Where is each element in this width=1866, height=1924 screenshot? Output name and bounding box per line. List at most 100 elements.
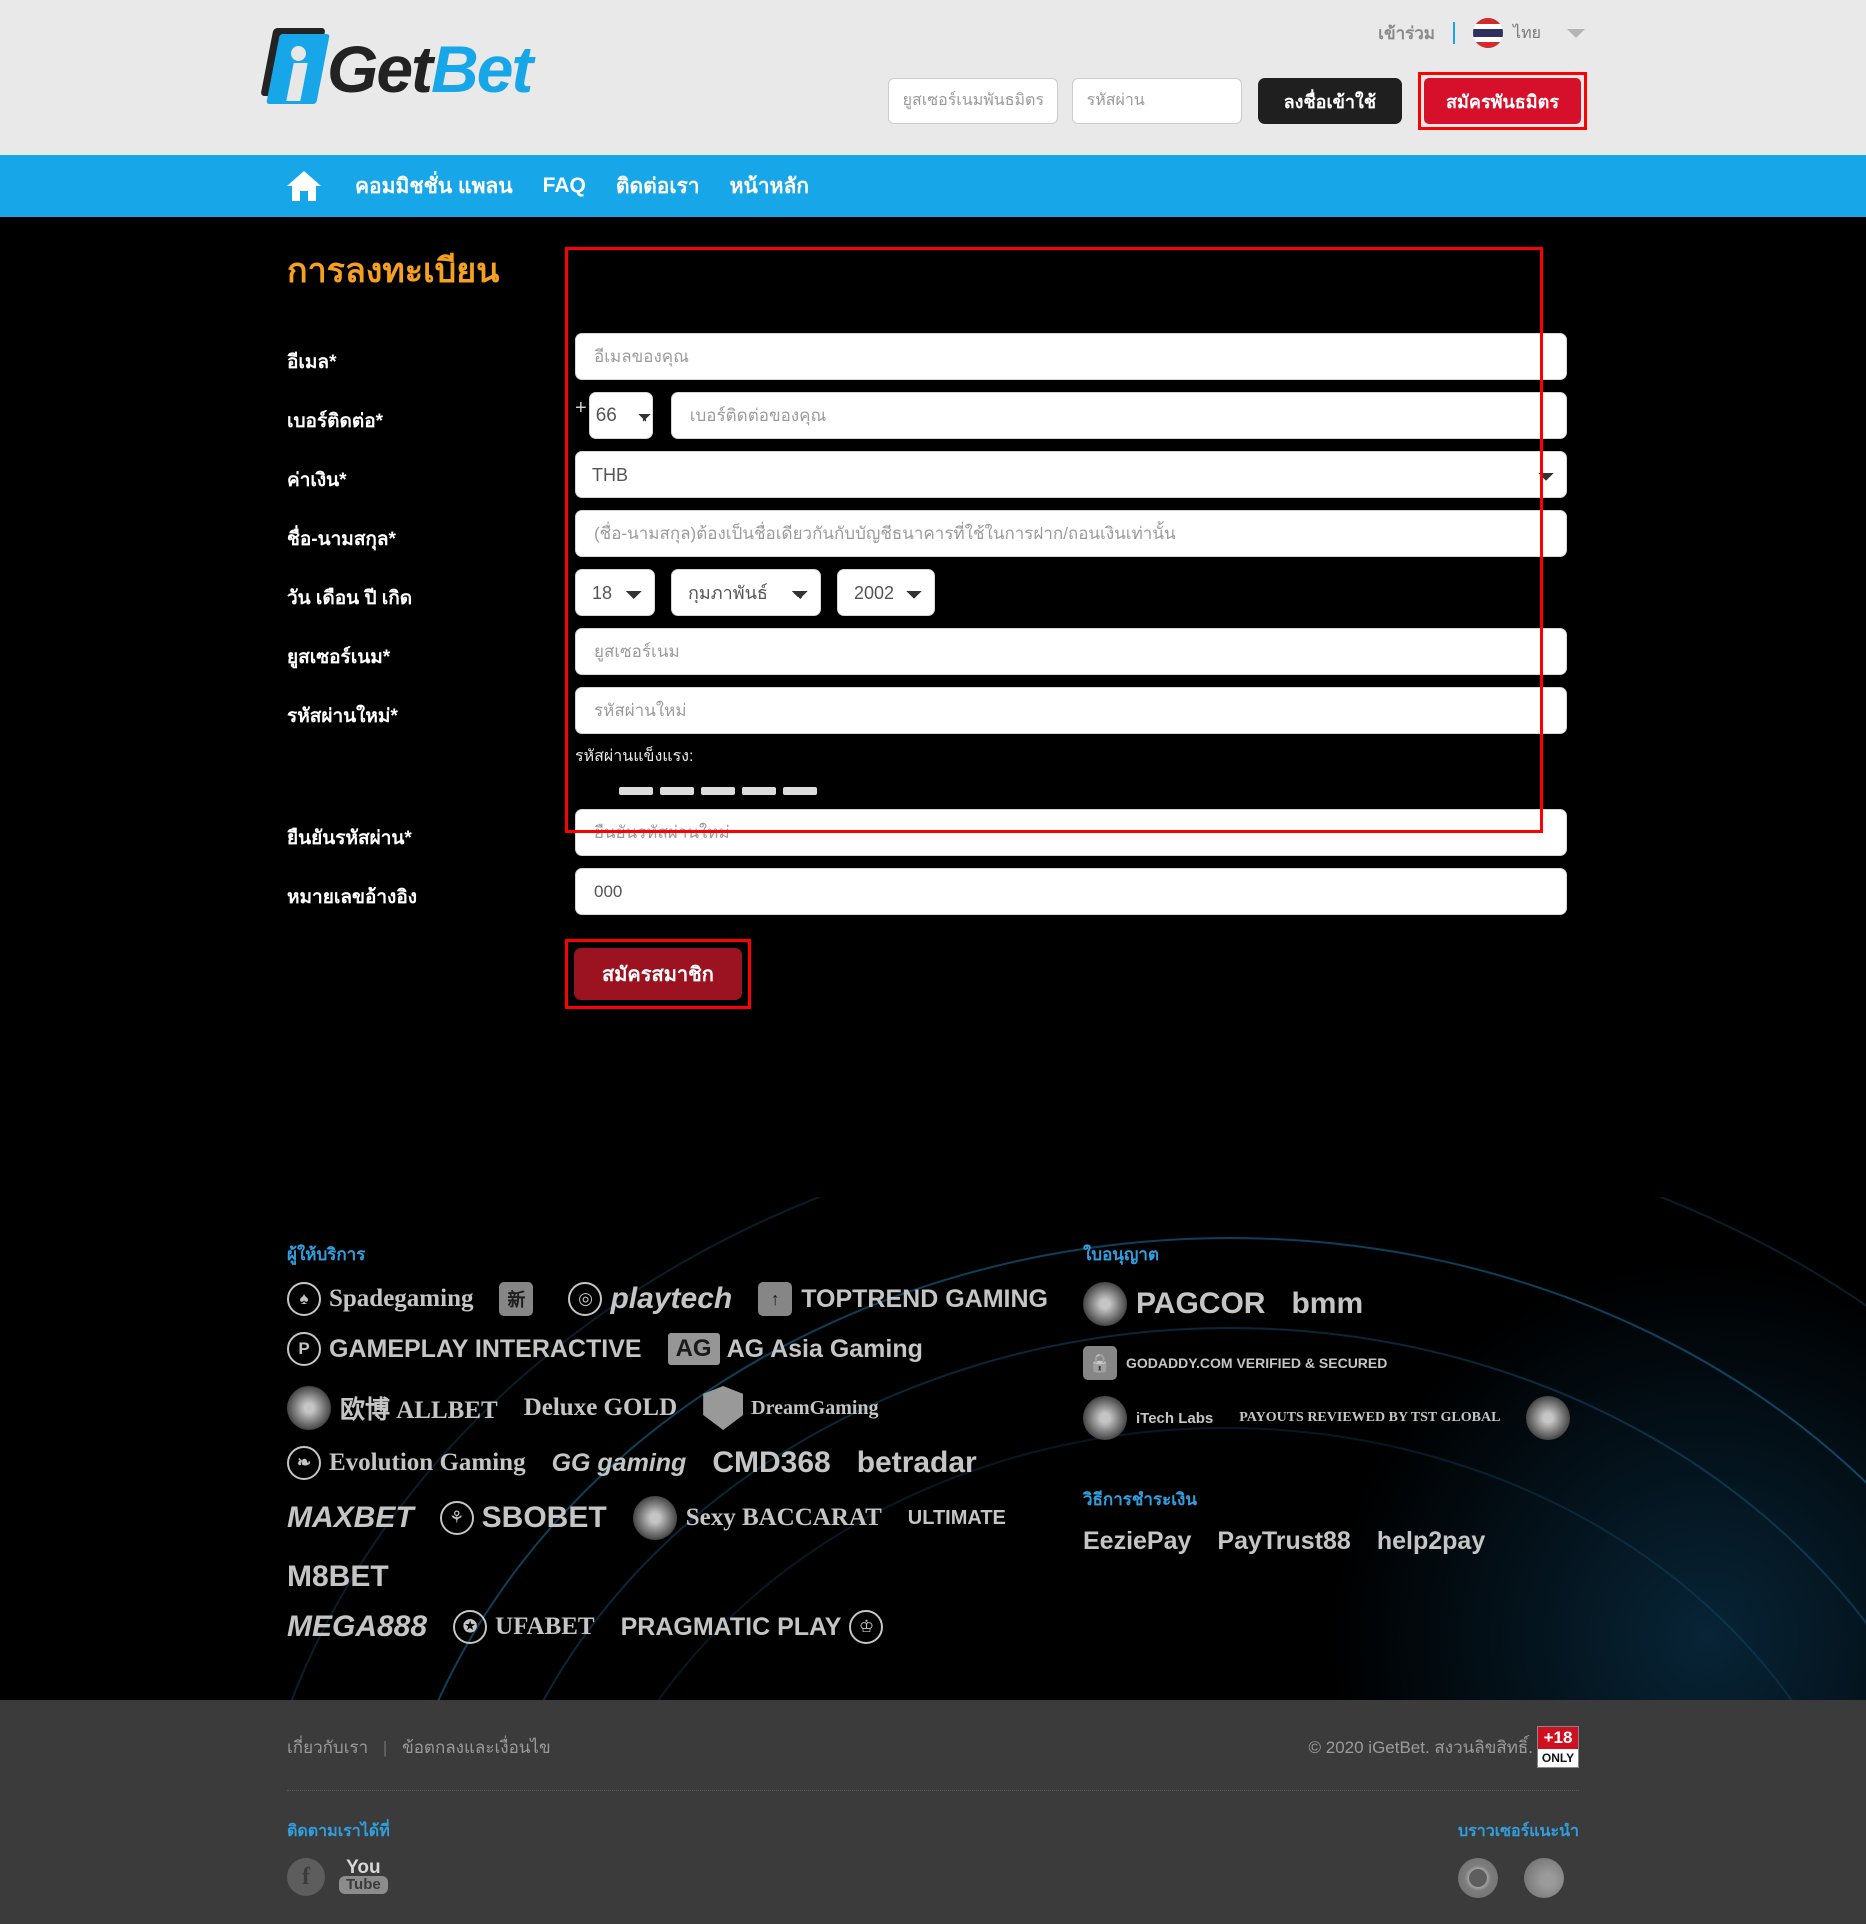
register-highlight-box: สมัครพันธมิตร (1418, 72, 1587, 130)
playtech-swirl-icon: ◎ (568, 1282, 603, 1316)
payment-logo-row: EeziePay PayTrust88 help2pay (1083, 1527, 1593, 1556)
nav-item-faq[interactable]: FAQ (543, 174, 586, 198)
site-logo[interactable]: Get Bet (260, 28, 533, 106)
license-logo: PAYOUTS REVIEWED BY TST GLOBAL (1239, 1410, 1501, 1425)
password-strength-segment (619, 787, 653, 795)
country-code-select[interactable]: 66 (588, 392, 653, 439)
logo-i-card-icon (260, 28, 330, 106)
provider-logo: MAXBET (287, 1501, 414, 1534)
providers-column: ผู้ให้บริการ ♠ Spadegaming 新 新濠 ◎ playte… (273, 1241, 1063, 1660)
fullname-input[interactable] (575, 510, 1567, 557)
field-row-password: รหัสผ่านใหม่* รหัสผ่านแข็งแรง: (273, 687, 1593, 795)
follow-us-heading: ติดตามเราได้ที่ (287, 1823, 390, 1840)
provider-logo: ✪ UFABET (453, 1610, 595, 1644)
provider-logo: MEGA888 (287, 1610, 428, 1643)
password-strength-meter (619, 787, 1567, 795)
license-logo: GLOBAL INTERNATIONAL (1526, 1396, 1579, 1440)
password-strength-segment (783, 787, 817, 795)
provider-logo: M8BET (287, 1560, 389, 1593)
provider-logo: betradar (856, 1446, 977, 1479)
logo-text-bet: Bet (431, 32, 533, 106)
provider-logo: PRAGMATIC PLAY ♔ (621, 1610, 884, 1644)
license-payment-column: ใบอนุญาต PAGCOR bmm 🔒 GODADDY.COM VERIFI… (1063, 1241, 1593, 1660)
provider-logo: P GAMEPLAY INTERACTIVE (287, 1332, 642, 1366)
password-input[interactable] (575, 687, 1567, 734)
provider-logo: DreamGaming (703, 1386, 879, 1430)
dob-day-select[interactable]: 18 (575, 569, 655, 616)
nav-item-home[interactable]: หน้าหลัก (730, 170, 809, 203)
license-logo: 🔒 GODADDY.COM VERIFIED & SECURED (1083, 1346, 1387, 1380)
payment-logo: EeziePay (1083, 1527, 1192, 1555)
password-strength-segment (742, 787, 776, 795)
dob-year-select[interactable]: 2002 (837, 569, 935, 616)
currency-select[interactable]: THB (575, 451, 1567, 498)
password-strength-segment (701, 787, 735, 795)
affiliate-password-input[interactable] (1071, 78, 1242, 124)
about-us-link[interactable]: เกี่ยวกับเรา (287, 1738, 368, 1757)
license-logo-row: iTech Labs PAYOUTS REVIEWED BY TST GLOBA… (1083, 1396, 1593, 1440)
payment-logo: help2pay (1376, 1527, 1486, 1555)
recommended-browsers-block: บราวเซอร์แนะนำ (1457, 1819, 1579, 1898)
provider-logo-row: ❧ Evolution Gaming GG gaming CMD368 betr… (287, 1446, 1063, 1480)
providers-heading: ผู้ให้บริการ (287, 1245, 366, 1264)
provider-logo: GG gaming (551, 1448, 687, 1477)
label-currency: ค่าเงิน* (287, 470, 347, 491)
signin-button[interactable]: ลงชื่อเข้าใช้ (1257, 78, 1403, 124)
field-row-currency: ค่าเงิน* THB (273, 451, 1593, 498)
page-title: การลงทะเบียน (287, 252, 500, 290)
provider-logo: ↑ TOPTREND GAMING (758, 1282, 1048, 1316)
password-strength-label: รหัสผ่านแข็งแรง: (575, 748, 694, 765)
provider-logo: ◎ playtech (568, 1282, 732, 1316)
provider-logo: ULTIMATE (907, 1506, 1006, 1529)
provider-logo-row: MEGA888 ✪ UFABET PRAGMATIC PLAY ♔ (287, 1610, 1063, 1644)
age-badge-top: +18 (1538, 1727, 1578, 1749)
submit-registration-button[interactable]: สมัครสมาชิก (574, 948, 742, 1000)
field-row-phone: เบอร์ติดต่อ* + 66 (273, 392, 1593, 439)
license-logo: iTech Labs (1083, 1396, 1213, 1440)
footer-links: เกี่ยวกับเรา | ข้อตกลงและเงื่อนไข (287, 1734, 551, 1761)
confirm-password-input[interactable] (575, 809, 1567, 856)
chrome-icon[interactable] (1457, 1858, 1498, 1898)
sexy-baccarat-icon (632, 1496, 677, 1540)
facebook-icon[interactable]: f (287, 1858, 325, 1896)
browsers-heading: บราวเซอร์แนะนำ (1457, 1823, 1579, 1840)
main-navigation: คอมมิชชั่น แพลน FAQ ติดต่อเรา หน้าหลัก (0, 155, 1866, 217)
provider-logo: CMD368 (712, 1446, 831, 1479)
field-row-reference: หมายเลขอ้างอิง (273, 868, 1593, 915)
register-affiliate-button[interactable]: สมัครพันธมิตร (1424, 78, 1581, 124)
join-link[interactable]: เข้าร่วม (1378, 20, 1435, 47)
home-icon[interactable] (287, 171, 321, 201)
youtube-icon[interactable]: You Tube (339, 1858, 388, 1894)
submit-highlight-box: สมัครสมาชิก (565, 939, 751, 1009)
username-input[interactable] (575, 628, 1567, 675)
dob-month-select[interactable]: กุมภาพันธ์ (671, 569, 821, 616)
email-input[interactable] (575, 333, 1567, 380)
label-dob: วัน เดือน ปี เกิด (287, 588, 413, 609)
payment-heading: วิธีการชำระเงิน (1083, 1490, 1197, 1509)
provider-logo: Sexy BACCARAT (632, 1496, 882, 1540)
partner-logos-section: ผู้ให้บริการ ♠ Spadegaming 新 新濠 ◎ playte… (0, 1197, 1866, 1700)
firefox-icon[interactable] (1523, 1858, 1564, 1898)
pragmatic-crown-icon: ♔ (849, 1610, 884, 1644)
affiliate-username-input[interactable] (887, 78, 1058, 124)
spade-icon: ♠ (287, 1282, 321, 1316)
terms-link[interactable]: ข้อตกลงและเงื่อนไข (402, 1738, 551, 1757)
footer-copyright-block: © 2020 iGetBet. สงวนลิขสิทธิ์. +18 ONLY (1309, 1726, 1579, 1768)
phone-input[interactable] (670, 392, 1567, 439)
sbobet-runner-icon: ⚘ (439, 1501, 474, 1535)
allbet-emblem-icon (287, 1386, 331, 1430)
provider-logo: 新 新濠 (499, 1282, 542, 1316)
nav-item-commission-plan[interactable]: คอมมิชชั่น แพลน (355, 170, 513, 203)
lock-icon: 🔒 (1083, 1346, 1117, 1380)
nav-item-contact[interactable]: ติดต่อเรา (616, 170, 700, 203)
provider-logo: 欧博 ALLBET (287, 1386, 498, 1430)
reference-input[interactable] (575, 868, 1567, 915)
itech-labs-icon (1083, 1396, 1127, 1440)
license-logo-row: PAGCOR bmm 🔒 GODADDY.COM VERIFIED & SECU… (1083, 1282, 1593, 1380)
field-row-dob: วัน เดือน ปี เกิด 18 กุมภาพันธ์ 2002 (273, 569, 1593, 616)
language-selector[interactable]: ไทย (1473, 18, 1585, 48)
label-fullname: ชื่อ-นามสกุล* (287, 529, 396, 550)
label-phone: เบอร์ติดต่อ* (287, 411, 383, 432)
provider-logo-row: ♠ Spadegaming 新 新濠 ◎ playtech ↑ TOPTREND… (287, 1282, 1063, 1316)
payment-logo: PayTrust88 (1217, 1527, 1351, 1555)
